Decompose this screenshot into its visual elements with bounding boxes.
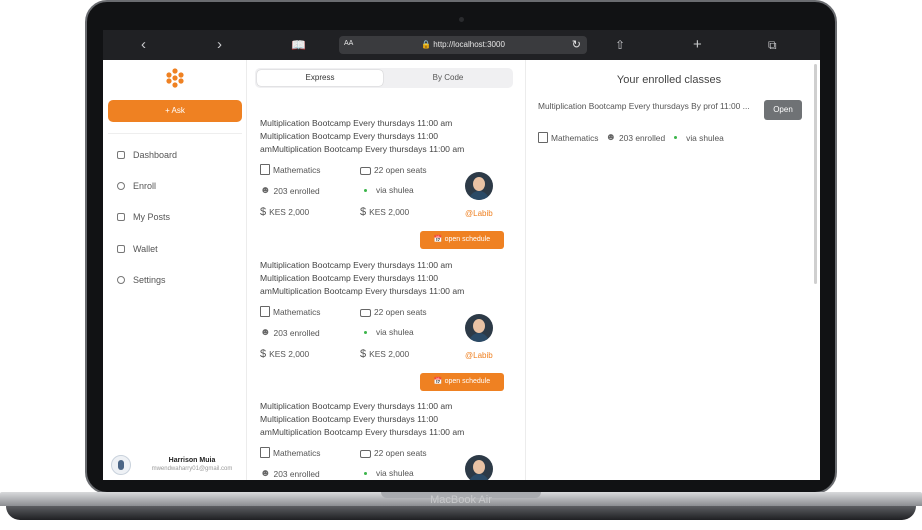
- class-card: Multiplication Bootcamp Every thursdays …: [260, 259, 510, 399]
- book-icon: [260, 164, 270, 175]
- enrolled-classes-panel: Your enrolled classes Multiplication Boo…: [525, 60, 820, 480]
- sidebar-item-label: Settings: [133, 275, 166, 285]
- sidebar-item-label: My Posts: [133, 212, 171, 222]
- sidebar-item-label: Enroll: [133, 181, 157, 191]
- tutor-avatar[interactable]: [465, 172, 493, 200]
- subject: Mathematics: [260, 164, 320, 175]
- book-icon: [538, 132, 548, 143]
- book-icon: [260, 306, 270, 317]
- via-label: via shulea: [360, 185, 414, 195]
- user-name: Harrison Muia: [168, 457, 216, 464]
- bookmarks-icon[interactable]: 📖: [291, 36, 306, 54]
- enrolled-count: 203 enrolled: [619, 132, 666, 143]
- address-bar[interactable]: AA 🔒 http://localhost:3000 ↻: [339, 36, 587, 54]
- back-icon[interactable]: ‹: [141, 36, 146, 54]
- enrolled-class-text: Multiplication Bootcamp Every thursdays …: [538, 101, 750, 111]
- avatar: [111, 455, 131, 475]
- class-title: Multiplication Bootcamp Every thursdays …: [260, 260, 465, 296]
- online-dot: [674, 136, 678, 139]
- enrolled-count: ☻ 203 enrolled: [260, 327, 320, 338]
- tab-bar: Express By Code: [255, 68, 513, 88]
- subject: Mathematics: [260, 306, 320, 317]
- panel-title: Your enrolled classes: [616, 74, 722, 86]
- dashboard-icon: [117, 151, 125, 159]
- tab-by-code[interactable]: By Code: [385, 70, 511, 86]
- browser-toolbar: ‹ › 📖 AA 🔒 http://localhost:3000 ↻ ⇧ + ⧉: [103, 30, 820, 60]
- open-button[interactable]: Open: [764, 100, 802, 120]
- wallet-icon: [117, 245, 125, 253]
- sidebar-item-enroll[interactable]: Enroll: [117, 181, 156, 191]
- gear-icon: [117, 276, 125, 284]
- user-email: mwendwaharry01@gmail.com: [151, 466, 233, 472]
- divider: [108, 133, 242, 134]
- enrolled-count: ☻ 203 enrolled: [260, 468, 320, 479]
- forward-icon[interactable]: ›: [217, 36, 222, 54]
- via-label: via shulea: [360, 468, 414, 478]
- price: $ KES 2,000: [360, 206, 410, 218]
- dollar-icon: $: [360, 206, 367, 218]
- scrollbar[interactable]: [814, 64, 817, 284]
- book-icon: [260, 447, 270, 458]
- class-title: Multiplication Bootcamp Every thursdays …: [260, 118, 465, 154]
- seats: 22 open seats: [360, 447, 427, 458]
- seats: 22 open seats: [360, 164, 427, 175]
- enrolled-count: ☻ 203 enrolled: [260, 185, 320, 196]
- people-icon: ☻: [260, 185, 271, 196]
- price: $ KES 2,000: [360, 348, 410, 360]
- price: $ KES 2,000: [260, 206, 310, 218]
- sidebar-item-settings[interactable]: Settings: [117, 275, 166, 285]
- class-title: Multiplication Bootcamp Every thursdays …: [260, 401, 465, 437]
- sidebar-item-label: Dashboard: [133, 150, 178, 160]
- subject: Mathematics: [260, 447, 320, 458]
- laptop-base: [0, 486, 922, 526]
- share-icon[interactable]: ⇧: [615, 36, 625, 54]
- tutor-avatar[interactable]: [465, 314, 493, 342]
- sidebar-item-wallet[interactable]: Wallet: [117, 244, 158, 254]
- main-feed: Express By Code Multiplication Bootcamp …: [247, 60, 525, 480]
- sidebar-item-dashboard[interactable]: Dashboard: [117, 150, 177, 160]
- tab-express[interactable]: Express: [257, 70, 383, 86]
- enroll-icon: [117, 182, 125, 190]
- tutor-handle[interactable]: @Labib: [465, 209, 493, 218]
- sidebar-item-label: Wallet: [133, 244, 158, 254]
- lock-icon: [360, 167, 371, 175]
- dollar-icon: $: [260, 348, 267, 360]
- open-schedule-button[interactable]: 📅 open schedule: [420, 231, 504, 249]
- via-label: via shulea: [686, 132, 724, 143]
- lock-icon: [360, 450, 371, 458]
- new-tab-icon[interactable]: +: [693, 36, 702, 54]
- user-profile[interactable]: Harrison Muia mwendwaharry01@gmail.com: [109, 455, 243, 479]
- people-icon: ☻: [260, 468, 271, 479]
- tutor-handle[interactable]: @Labib: [465, 351, 493, 360]
- via-label: via shulea: [360, 327, 414, 337]
- class-card: Multiplication Bootcamp Every thursdays …: [260, 117, 510, 257]
- people-icon: ☻: [605, 132, 617, 143]
- subject: Mathematics: [551, 132, 599, 143]
- url-text: 🔒 http://localhost:3000: [421, 40, 505, 49]
- lock-icon: [360, 309, 371, 317]
- seats: 22 open seats: [360, 306, 427, 317]
- online-dot: [364, 188, 367, 192]
- ask-button[interactable]: + Ask: [108, 100, 242, 122]
- app-logo-icon[interactable]: [165, 68, 185, 88]
- reload-icon[interactable]: ↻: [572, 38, 581, 51]
- sidebar: + Ask Dashboard Enroll My Posts Wallet S…: [103, 60, 247, 480]
- screen: ‹ › 📖 AA 🔒 http://localhost:3000 ↻ ⇧ + ⧉…: [103, 30, 820, 480]
- people-icon: ☻: [260, 327, 271, 338]
- camera-icon: [459, 17, 464, 22]
- dollar-icon: $: [360, 348, 367, 360]
- laptop-model-label: MacBook Air: [430, 494, 492, 506]
- sidebar-item-my-posts[interactable]: My Posts: [117, 212, 170, 222]
- dollar-icon: $: [260, 206, 267, 218]
- online-dot: [364, 330, 367, 334]
- price: $ KES 2,000: [260, 348, 310, 360]
- open-schedule-button[interactable]: 📅 open schedule: [420, 373, 504, 391]
- class-card: Multiplication Bootcamp Every thursdays …: [260, 400, 510, 480]
- tabs-overview-icon[interactable]: ⧉: [768, 36, 777, 54]
- online-dot: [364, 471, 367, 475]
- tutor-avatar[interactable]: [465, 455, 493, 480]
- posts-icon: [117, 213, 125, 221]
- enrolled-class-meta: Mathematics ☻ 203 enrolled via shulea: [538, 132, 724, 143]
